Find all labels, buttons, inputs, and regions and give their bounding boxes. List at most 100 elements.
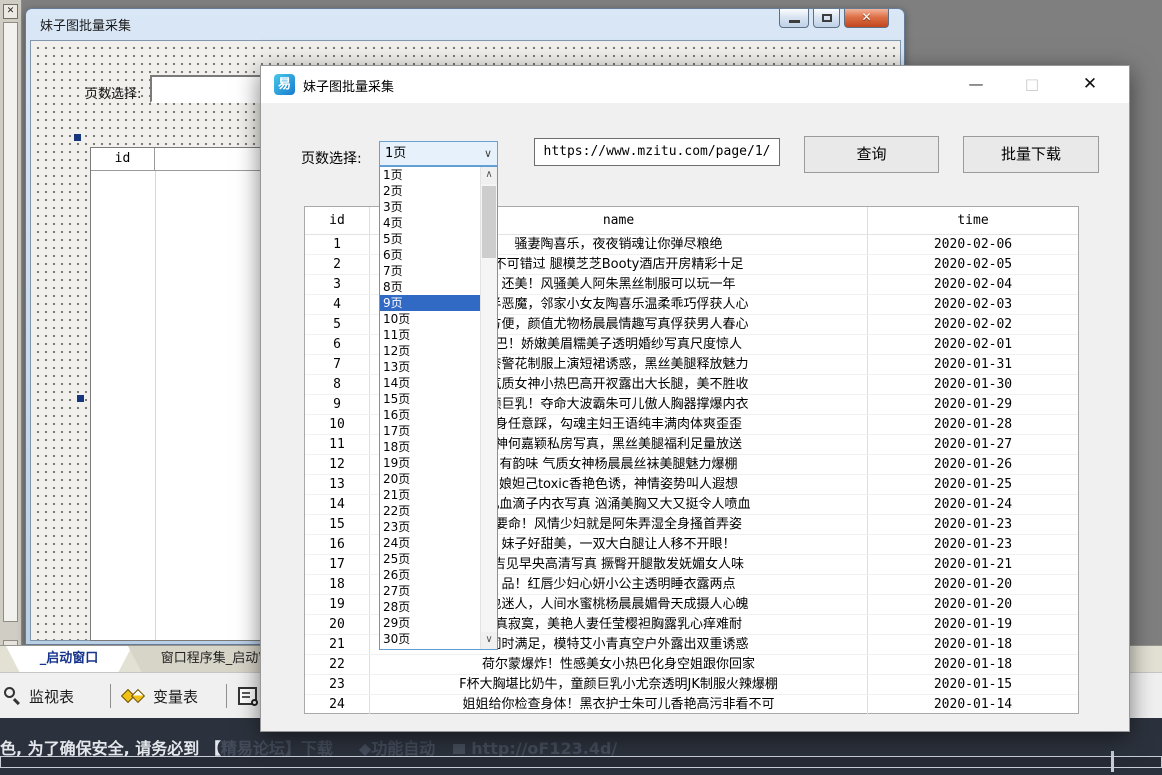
dropdown-option[interactable]: 15页 xyxy=(380,391,480,407)
dropdown-option[interactable]: 1页 xyxy=(380,167,480,183)
designer-minimize-button[interactable] xyxy=(779,9,809,28)
cell-time: 2020-01-19 xyxy=(868,615,1078,634)
cell-time: 2020-01-31 xyxy=(868,355,1078,374)
magnifier-icon xyxy=(4,687,22,705)
dropdown-option[interactable]: 11页 xyxy=(380,327,480,343)
app-close-button[interactable]: ✕ xyxy=(1067,66,1113,103)
dropdown-option[interactable]: 2页 xyxy=(380,183,480,199)
scrollbar-thumb[interactable] xyxy=(482,186,496,258)
scroll-up-icon[interactable]: ∧ xyxy=(481,167,497,184)
cell-name: 姐姐给你检查身体！黑衣护士朱可儿香艳高污非看不可 xyxy=(370,695,868,714)
dropdown-option[interactable]: 21页 xyxy=(380,487,480,503)
designer-close-button[interactable]: ✕ xyxy=(844,9,889,28)
dropdown-option[interactable]: 8页 xyxy=(380,279,480,295)
cell-id: 15 xyxy=(305,515,370,534)
cell-time: 2020-01-18 xyxy=(868,635,1078,654)
dropdown-option[interactable]: 4页 xyxy=(380,215,480,231)
cell-time: 2020-01-15 xyxy=(868,675,1078,694)
designer-maximize-button[interactable] xyxy=(813,9,840,28)
table-row[interactable]: 22 荷尔蒙爆炸！性感美女小热巴化身空姐跟你回家 2020-01-18 xyxy=(305,655,1078,675)
dropdown-option[interactable]: 18页 xyxy=(380,439,480,455)
app-logo-icon: 易 xyxy=(274,74,295,95)
cell-id: 2 xyxy=(305,255,370,274)
batch-download-button[interactable]: 批量下载 xyxy=(963,136,1099,173)
selection-handle[interactable] xyxy=(77,395,84,402)
cell-id: 3 xyxy=(305,275,370,294)
designer-page-label: 页数选择: xyxy=(85,83,141,102)
cell-id: 17 xyxy=(305,555,370,574)
cell-id: 7 xyxy=(305,355,370,374)
designer-col-id: id xyxy=(91,148,155,170)
page-dropdown-list: 1页 2页 3页 4页 5页 6页 7页 8页 9页 10页 11页 xyxy=(380,167,480,649)
dropdown-option[interactable]: 25页 xyxy=(380,551,480,567)
dropdown-option[interactable]: 6页 xyxy=(380,247,480,263)
cell-time: 2020-01-27 xyxy=(868,435,1078,454)
dropdown-option[interactable]: 17页 xyxy=(380,423,480,439)
table-row[interactable]: 23 F杯大胸堪比奶牛，童颜巨乳小尤奈透明JK制服火辣爆棚 2020-01-15 xyxy=(305,675,1078,695)
dropdown-scrollbar[interactable]: ∧ ∨ xyxy=(480,167,497,649)
dropdown-option[interactable]: 20页 xyxy=(380,471,480,487)
dropdown-option[interactable]: 27页 xyxy=(380,583,480,599)
query-button[interactable]: 查询 xyxy=(804,136,939,173)
toolbar-separator xyxy=(226,684,227,708)
toolbar-separator xyxy=(110,684,111,708)
url-input[interactable]: https://www.mzitu.com/page/1/ xyxy=(534,138,780,166)
app-titlebar[interactable]: 易 妹子图批量采集 — □ ✕ xyxy=(261,66,1129,103)
status-tick-mark xyxy=(1111,751,1114,772)
dropdown-option[interactable]: 22页 xyxy=(380,503,480,519)
panel-close-icon[interactable]: ✕ xyxy=(3,4,18,19)
app-minimize-button[interactable]: — xyxy=(953,66,999,103)
panel-scroll-strip[interactable] xyxy=(3,22,18,622)
toolbar-item-variables[interactable]: 变量表 xyxy=(122,673,198,719)
dropdown-option[interactable]: 26页 xyxy=(380,567,480,583)
cell-time: 2020-01-24 xyxy=(868,495,1078,514)
dropdown-option[interactable]: 24页 xyxy=(380,535,480,551)
dropdown-option[interactable]: 3页 xyxy=(380,199,480,215)
cell-id: 21 xyxy=(305,635,370,654)
designer-titlebar[interactable]: 妹子图批量采集 ✕ xyxy=(26,9,904,37)
cell-name: F杯大胸堪比奶牛，童颜巨乳小尤奈透明JK制服火辣爆棚 xyxy=(370,675,868,694)
app-window-title: 妹子图批量采集 xyxy=(303,76,394,95)
cell-id: 12 xyxy=(305,455,370,474)
page-select-combobox[interactable]: 1页 ∨ xyxy=(379,141,498,166)
chevron-down-icon: ∨ xyxy=(484,142,492,165)
diamonds-icon xyxy=(122,687,146,705)
dropdown-option[interactable]: 30页 xyxy=(380,631,480,647)
cell-id: 18 xyxy=(305,575,370,594)
dropdown-option[interactable]: 13页 xyxy=(380,359,480,375)
dropdown-option[interactable]: 7页 xyxy=(380,263,480,279)
col-header-id: id xyxy=(305,207,370,234)
cell-id: 16 xyxy=(305,535,370,554)
dropdown-option[interactable]: 12页 xyxy=(380,343,480,359)
dropdown-option[interactable]: 9页 xyxy=(380,295,480,311)
cell-id: 8 xyxy=(305,375,370,394)
dropdown-option[interactable]: 5页 xyxy=(380,231,480,247)
cell-id: 4 xyxy=(305,295,370,314)
dropdown-option[interactable]: 10页 xyxy=(380,311,480,327)
cell-time: 2020-01-14 xyxy=(868,695,1078,714)
cell-time: 2020-01-23 xyxy=(868,515,1078,534)
link-icon xyxy=(453,744,465,754)
dropdown-option[interactable]: 28页 xyxy=(380,599,480,615)
dropdown-option[interactable]: 19页 xyxy=(380,455,480,471)
designer-combo-box[interactable] xyxy=(150,75,262,103)
doc-search-icon xyxy=(238,687,257,705)
cell-time: 2020-02-03 xyxy=(868,295,1078,314)
cell-time: 2020-01-20 xyxy=(868,595,1078,614)
dropdown-option[interactable]: 29页 xyxy=(380,615,480,631)
dropdown-option[interactable]: 14页 xyxy=(380,375,480,391)
toolbar-item-watch[interactable]: 监视表 xyxy=(4,673,74,719)
tab-startup-window[interactable]: _启动窗口 xyxy=(6,646,132,673)
app-maximize-button[interactable]: □ xyxy=(1009,66,1055,103)
dropdown-option[interactable]: 16页 xyxy=(380,407,480,423)
selection-handle[interactable] xyxy=(74,134,81,141)
cell-time: 2020-01-25 xyxy=(868,475,1078,494)
dropdown-option[interactable]: 23页 xyxy=(380,519,480,535)
designer-col-divider xyxy=(155,171,156,640)
cell-time: 2020-01-23 xyxy=(868,535,1078,554)
table-row[interactable]: 24 姐姐给你检查身体！黑衣护士朱可儿香艳高污非看不可 2020-01-14 xyxy=(305,695,1078,715)
cell-time: 2020-01-21 xyxy=(868,555,1078,574)
cell-id: 24 xyxy=(305,695,370,714)
page-select-label: 页数选择: xyxy=(301,148,362,168)
scroll-down-icon[interactable]: ∨ xyxy=(481,632,497,649)
